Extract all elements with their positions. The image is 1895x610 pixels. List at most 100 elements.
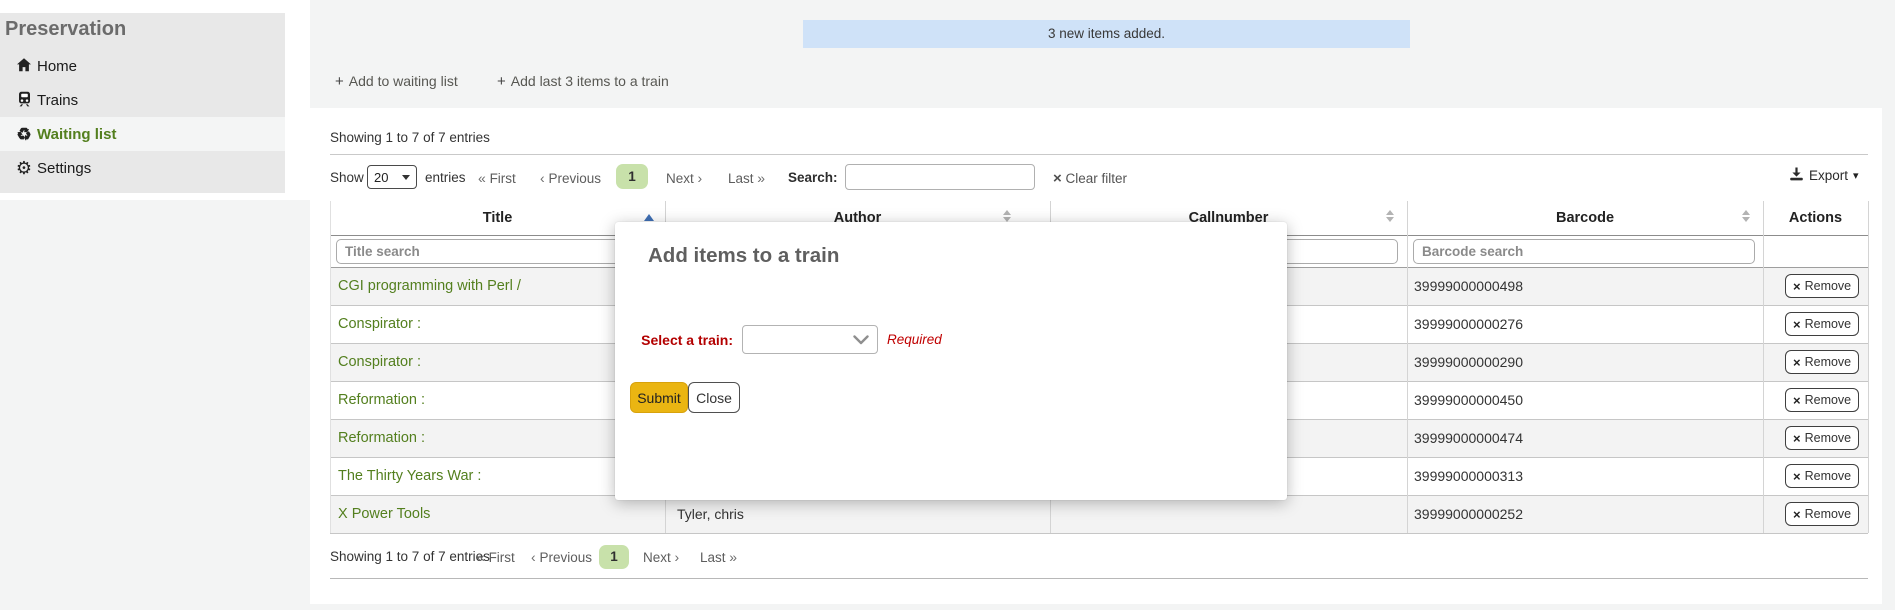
barcode-cell: 39999000000313 bbox=[1414, 468, 1523, 484]
chevron-right-icon: › bbox=[675, 549, 680, 565]
remove-button[interactable]: ×Remove bbox=[1785, 350, 1859, 374]
sidebar-item-settings[interactable]: ⚙ Settings bbox=[0, 151, 285, 185]
gear-icon: ⚙ bbox=[13, 159, 35, 177]
plus-icon: + bbox=[335, 73, 344, 90]
first-page-button[interactable]: « First bbox=[477, 549, 515, 565]
divider bbox=[330, 533, 1868, 534]
x-icon: × bbox=[1793, 432, 1801, 445]
divider bbox=[1407, 201, 1408, 533]
title-link[interactable]: The Thirty Years War : bbox=[338, 468, 481, 484]
double-chevron-right-icon: » bbox=[757, 170, 765, 186]
add-to-waiting-list-button[interactable]: +Add to waiting list bbox=[335, 73, 458, 93]
title-search-input[interactable] bbox=[336, 239, 656, 264]
sort-ascending-icon[interactable] bbox=[644, 214, 654, 221]
alert-message: 3 new items added. bbox=[803, 20, 1410, 48]
modal-title: Add items to a train bbox=[648, 244, 839, 268]
chevron-left-icon: ‹ bbox=[540, 170, 545, 186]
divider bbox=[330, 201, 331, 533]
sidebar-item-label: Waiting list bbox=[37, 126, 116, 143]
page-number-button[interactable]: 1 bbox=[616, 164, 648, 189]
train-select[interactable] bbox=[742, 325, 878, 354]
remove-button[interactable]: ×Remove bbox=[1785, 388, 1859, 412]
chevron-down-icon bbox=[853, 332, 869, 348]
barcode-search-input[interactable] bbox=[1413, 239, 1755, 264]
recycle-icon: ♻ bbox=[13, 126, 35, 143]
train-icon bbox=[13, 91, 35, 110]
remove-button[interactable]: ×Remove bbox=[1785, 502, 1859, 526]
sidebar-item-label: Trains bbox=[37, 92, 78, 109]
sort-icon[interactable] bbox=[1003, 210, 1011, 222]
sidebar-title: Preservation bbox=[5, 18, 126, 41]
title-link[interactable]: Conspirator : bbox=[338, 316, 421, 332]
x-icon: × bbox=[1793, 508, 1801, 521]
divider bbox=[1868, 201, 1869, 533]
entries-info-top: Showing 1 to 7 of 7 entries bbox=[330, 130, 490, 145]
author-cell: Tyler, chris bbox=[677, 506, 744, 522]
plus-icon: + bbox=[497, 73, 506, 90]
title-link[interactable]: X Power Tools bbox=[338, 506, 430, 522]
home-icon bbox=[13, 57, 35, 76]
double-chevron-right-icon: » bbox=[729, 549, 737, 565]
add-items-to-train-modal: Add items to a train Select a train: Req… bbox=[615, 222, 1287, 500]
sidebar-item-label: Settings bbox=[37, 160, 91, 177]
required-hint: Required bbox=[887, 332, 942, 347]
last-page-button[interactable]: Last » bbox=[700, 549, 737, 565]
preservation-page: Preservation Home Trains ♻ Waiting list … bbox=[0, 0, 1895, 610]
entries-info-bottom: Showing 1 to 7 of 7 entries bbox=[330, 549, 490, 564]
search-input[interactable] bbox=[845, 164, 1035, 190]
export-button[interactable]: Export ▾ bbox=[1789, 167, 1859, 184]
sidebar-item-home[interactable]: Home bbox=[0, 49, 285, 83]
barcode-cell: 39999000000450 bbox=[1414, 392, 1523, 408]
x-icon: × bbox=[1793, 318, 1801, 331]
submit-button[interactable]: Submit bbox=[630, 382, 688, 413]
title-link[interactable]: Reformation : bbox=[338, 430, 425, 446]
clear-filter-button[interactable]: × Clear filter bbox=[1053, 170, 1127, 187]
title-link[interactable]: CGI programming with Perl / bbox=[338, 278, 521, 294]
remove-button[interactable]: ×Remove bbox=[1785, 464, 1859, 488]
last-page-button[interactable]: Last » bbox=[728, 170, 765, 186]
first-page-button[interactable]: « First bbox=[478, 170, 516, 186]
barcode-cell: 39999000000276 bbox=[1414, 316, 1523, 332]
sidebar-item-trains[interactable]: Trains bbox=[0, 83, 285, 117]
page-number-button[interactable]: 1 bbox=[599, 545, 629, 569]
x-icon: × bbox=[1793, 280, 1801, 293]
column-header-barcode[interactable]: Barcode bbox=[1407, 201, 1763, 235]
divider bbox=[1763, 201, 1764, 533]
next-page-button[interactable]: Next › bbox=[643, 549, 679, 565]
double-chevron-left-icon: « bbox=[477, 549, 485, 565]
divider bbox=[330, 154, 1868, 155]
remove-button[interactable]: ×Remove bbox=[1785, 426, 1859, 450]
title-link[interactable]: Reformation : bbox=[338, 392, 425, 408]
table-row bbox=[330, 496, 1868, 533]
close-button[interactable]: Close bbox=[688, 382, 740, 413]
add-last-items-to-train-button[interactable]: +Add last 3 items to a train bbox=[497, 73, 669, 93]
entries-select[interactable]: 20 bbox=[367, 165, 417, 189]
select-train-label: Select a train: bbox=[615, 332, 733, 348]
double-chevron-left-icon: « bbox=[478, 170, 486, 186]
barcode-cell: 39999000000290 bbox=[1414, 354, 1523, 370]
previous-page-button[interactable]: ‹ Previous bbox=[540, 170, 601, 186]
chevron-down-icon bbox=[402, 175, 410, 180]
divider bbox=[330, 578, 1868, 579]
x-icon: × bbox=[1053, 170, 1062, 187]
sort-icon[interactable] bbox=[1742, 210, 1750, 222]
next-page-button[interactable]: Next › bbox=[666, 170, 702, 186]
search-label: Search: bbox=[788, 170, 838, 185]
column-header-actions: Actions bbox=[1763, 201, 1868, 235]
title-link[interactable]: Conspirator : bbox=[338, 354, 421, 370]
x-icon: × bbox=[1793, 470, 1801, 483]
remove-button[interactable]: ×Remove bbox=[1785, 274, 1859, 298]
x-icon: × bbox=[1793, 356, 1801, 369]
download-icon bbox=[1789, 167, 1804, 184]
show-label: Show bbox=[330, 170, 364, 185]
sidebar-item-label: Home bbox=[37, 58, 77, 75]
barcode-cell: 39999000000498 bbox=[1414, 278, 1523, 294]
chevron-left-icon: ‹ bbox=[531, 549, 536, 565]
sidebar-item-waiting-list[interactable]: ♻ Waiting list bbox=[0, 117, 285, 151]
sort-icon[interactable] bbox=[1386, 210, 1394, 222]
x-icon: × bbox=[1793, 394, 1801, 407]
remove-button[interactable]: ×Remove bbox=[1785, 312, 1859, 336]
barcode-cell: 39999000000252 bbox=[1414, 506, 1523, 522]
previous-page-button[interactable]: ‹ Previous bbox=[531, 549, 592, 565]
caret-down-icon: ▾ bbox=[1853, 169, 1859, 182]
